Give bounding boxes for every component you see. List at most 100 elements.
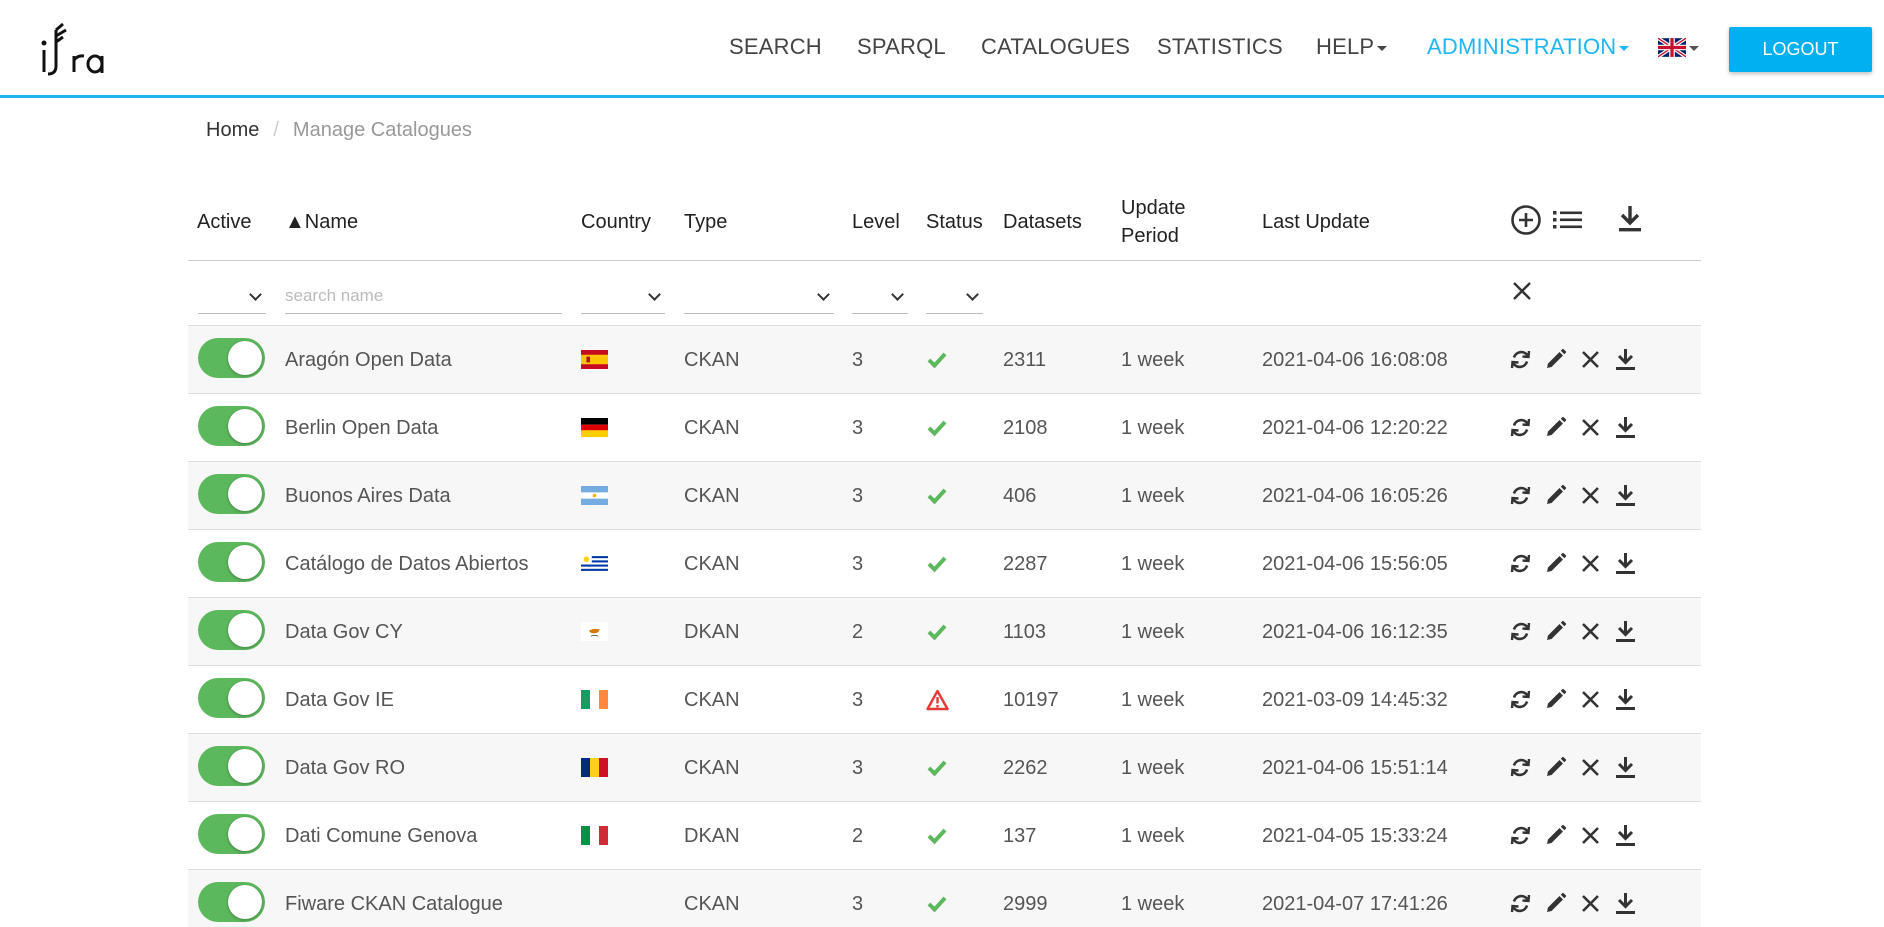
search-name-input[interactable]: [285, 278, 562, 314]
edit-icon[interactable]: [1544, 552, 1567, 575]
active-toggle[interactable]: [198, 610, 265, 650]
catalogue-last-update: 2021-04-05 15:33:24: [1262, 824, 1448, 847]
sync-icon[interactable]: [1509, 552, 1532, 575]
catalogue-name: Berlin Open Data: [285, 416, 439, 439]
download-icon[interactable]: [1614, 756, 1637, 779]
download-icon[interactable]: [1614, 824, 1637, 847]
download-icon[interactable]: [1614, 484, 1637, 507]
delete-icon[interactable]: [1579, 756, 1602, 779]
sync-icon[interactable]: [1509, 620, 1532, 643]
sync-icon[interactable]: [1509, 824, 1532, 847]
type-filter-select[interactable]: [684, 278, 834, 314]
edit-icon[interactable]: [1544, 824, 1567, 847]
language-chevron-icon[interactable]: [1689, 46, 1699, 51]
clear-filters-icon[interactable]: [1512, 281, 1532, 301]
active-filter-select[interactable]: [198, 278, 266, 314]
delete-icon[interactable]: [1579, 824, 1602, 847]
edit-icon[interactable]: [1544, 620, 1567, 643]
check-icon: [927, 828, 947, 844]
sync-icon[interactable]: [1509, 348, 1532, 371]
logout-button[interactable]: LOGOUT: [1729, 27, 1872, 72]
table-row: Dati Comune Genova DKAN 2 137 1 week 202…: [188, 802, 1701, 870]
catalogue-last-update: 2021-04-07 17:41:26: [1262, 892, 1448, 915]
add-catalogue-icon[interactable]: [1510, 204, 1542, 236]
country-flag-icon: [581, 758, 608, 777]
uk-flag-icon[interactable]: [1658, 37, 1686, 58]
header-level[interactable]: Level: [852, 208, 900, 236]
edit-icon[interactable]: [1544, 892, 1567, 915]
nav-help[interactable]: HELP: [1316, 34, 1388, 60]
header-divider: [188, 260, 1701, 261]
row-actions: [1509, 688, 1637, 711]
header-last-update[interactable]: Last Update: [1262, 208, 1370, 236]
top-navbar: SEARCH SPARQL CATALOGUES STATISTICS HELP…: [0, 0, 1884, 98]
active-toggle[interactable]: [198, 882, 265, 922]
header-status[interactable]: Status: [926, 208, 983, 236]
sync-icon[interactable]: [1509, 892, 1532, 915]
status-filter-select[interactable]: [926, 278, 983, 314]
delete-icon[interactable]: [1579, 416, 1602, 439]
catalogue-level: 2: [852, 824, 864, 847]
active-toggle[interactable]: [198, 406, 265, 446]
download-icon[interactable]: [1614, 552, 1637, 575]
sync-icon[interactable]: [1509, 484, 1532, 507]
active-toggle[interactable]: [198, 678, 265, 718]
active-toggle[interactable]: [198, 746, 265, 786]
nav-catalogues[interactable]: CATALOGUES: [981, 34, 1130, 60]
download-icon[interactable]: [1614, 892, 1637, 915]
header-name[interactable]: ▲Name: [285, 208, 358, 236]
sync-icon[interactable]: [1509, 688, 1532, 711]
header-country[interactable]: Country: [581, 208, 651, 236]
active-toggle[interactable]: [198, 814, 265, 854]
nav-administration[interactable]: ADMINISTRATION: [1427, 34, 1630, 60]
active-toggle[interactable]: [198, 474, 265, 514]
delete-icon[interactable]: [1579, 552, 1602, 575]
download-icon[interactable]: [1614, 688, 1637, 711]
nav-sparql[interactable]: SPARQL: [857, 34, 946, 60]
edit-icon[interactable]: [1544, 484, 1567, 507]
header-update-period[interactable]: Update Period: [1121, 194, 1186, 250]
delete-icon[interactable]: [1579, 892, 1602, 915]
idra-logo[interactable]: [30, 10, 120, 82]
breadcrumb-home[interactable]: Home: [206, 119, 259, 142]
header-datasets[interactable]: Datasets: [1003, 208, 1082, 236]
nav-statistics[interactable]: STATISTICS: [1157, 34, 1283, 60]
delete-icon[interactable]: [1579, 348, 1602, 371]
active-toggle[interactable]: [198, 338, 265, 378]
header-type[interactable]: Type: [684, 208, 727, 236]
delete-icon[interactable]: [1579, 484, 1602, 507]
edit-icon[interactable]: [1544, 756, 1567, 779]
country-filter-select[interactable]: [581, 278, 665, 314]
download-all-icon[interactable]: [1617, 204, 1643, 234]
chevron-down-icon: [891, 288, 904, 301]
sync-icon[interactable]: [1509, 416, 1532, 439]
toggle-knob: [228, 749, 262, 783]
edit-icon[interactable]: [1544, 416, 1567, 439]
catalogue-datasets: 406: [1003, 484, 1037, 507]
nav-search[interactable]: SEARCH: [729, 34, 822, 60]
catalogue-update-period: 1 week: [1121, 824, 1185, 847]
catalogue-update-period: 1 week: [1121, 416, 1185, 439]
catalogue-name: Catálogo de Datos Abiertos: [285, 552, 529, 575]
catalogue-update-period: 1 week: [1121, 348, 1185, 371]
breadcrumb-separator: /: [273, 119, 279, 141]
catalogue-update-period: 1 week: [1121, 756, 1185, 779]
catalogue-datasets: 137: [1003, 824, 1037, 847]
active-toggle[interactable]: [198, 542, 265, 582]
level-filter-select[interactable]: [852, 278, 908, 314]
delete-icon[interactable]: [1579, 688, 1602, 711]
download-icon[interactable]: [1614, 348, 1637, 371]
check-icon: [927, 420, 947, 436]
edit-icon[interactable]: [1544, 688, 1567, 711]
sync-icon[interactable]: [1509, 756, 1532, 779]
download-icon[interactable]: [1614, 620, 1637, 643]
catalogue-last-update: 2021-04-06 16:08:08: [1262, 348, 1448, 371]
delete-icon[interactable]: [1579, 620, 1602, 643]
toggle-knob: [228, 817, 262, 851]
table-row: Aragón Open Data CKAN 3 2311 1 week 2021…: [188, 326, 1701, 394]
edit-icon[interactable]: [1544, 348, 1567, 371]
list-icon[interactable]: [1553, 208, 1583, 232]
country-flag-icon: [581, 554, 608, 573]
download-icon[interactable]: [1614, 416, 1637, 439]
catalogue-last-update: 2021-04-06 16:05:26: [1262, 484, 1448, 507]
